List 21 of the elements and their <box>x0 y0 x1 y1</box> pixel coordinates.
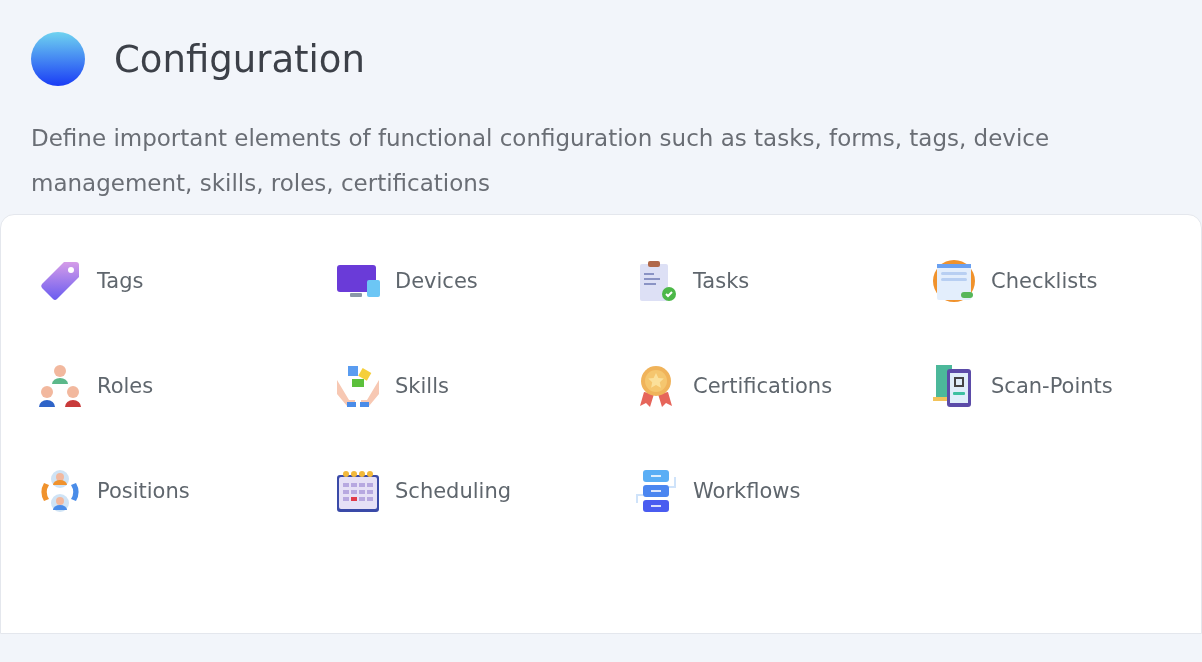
people-group-icon <box>38 364 82 408</box>
page-description: Define important elements of functional configuration such as tasks, forms, tags, device management, skills, roles, certifications <box>31 124 1051 198</box>
config-link[interactable]: Certifications <box>634 364 932 408</box>
page-title: Configuration <box>114 37 365 81</box>
config-link[interactable]: Positions <box>38 469 336 513</box>
hands-puzzle-icon <box>336 364 380 408</box>
form-window-icon <box>932 259 976 303</box>
stacked-blocks-icon <box>634 469 678 513</box>
config-link[interactable]: Roles <box>38 364 336 408</box>
config-link[interactable]: Workflows <box>634 469 932 513</box>
people-cycle-icon <box>38 469 82 513</box>
config-link[interactable]: Checklists <box>932 259 1202 303</box>
config-link[interactable]: Scheduling <box>336 469 634 513</box>
calendar-icon <box>336 469 380 513</box>
tag-icon <box>38 259 82 303</box>
gradient-circle-icon <box>31 32 85 86</box>
config-link[interactable]: Skills <box>336 364 634 408</box>
config-link[interactable]: Tags <box>38 259 336 303</box>
config-link[interactable]: Scan-Points <box>932 364 1202 408</box>
config-link[interactable]: Tasks <box>634 259 932 303</box>
config-link[interactable]: Devices <box>336 259 634 303</box>
